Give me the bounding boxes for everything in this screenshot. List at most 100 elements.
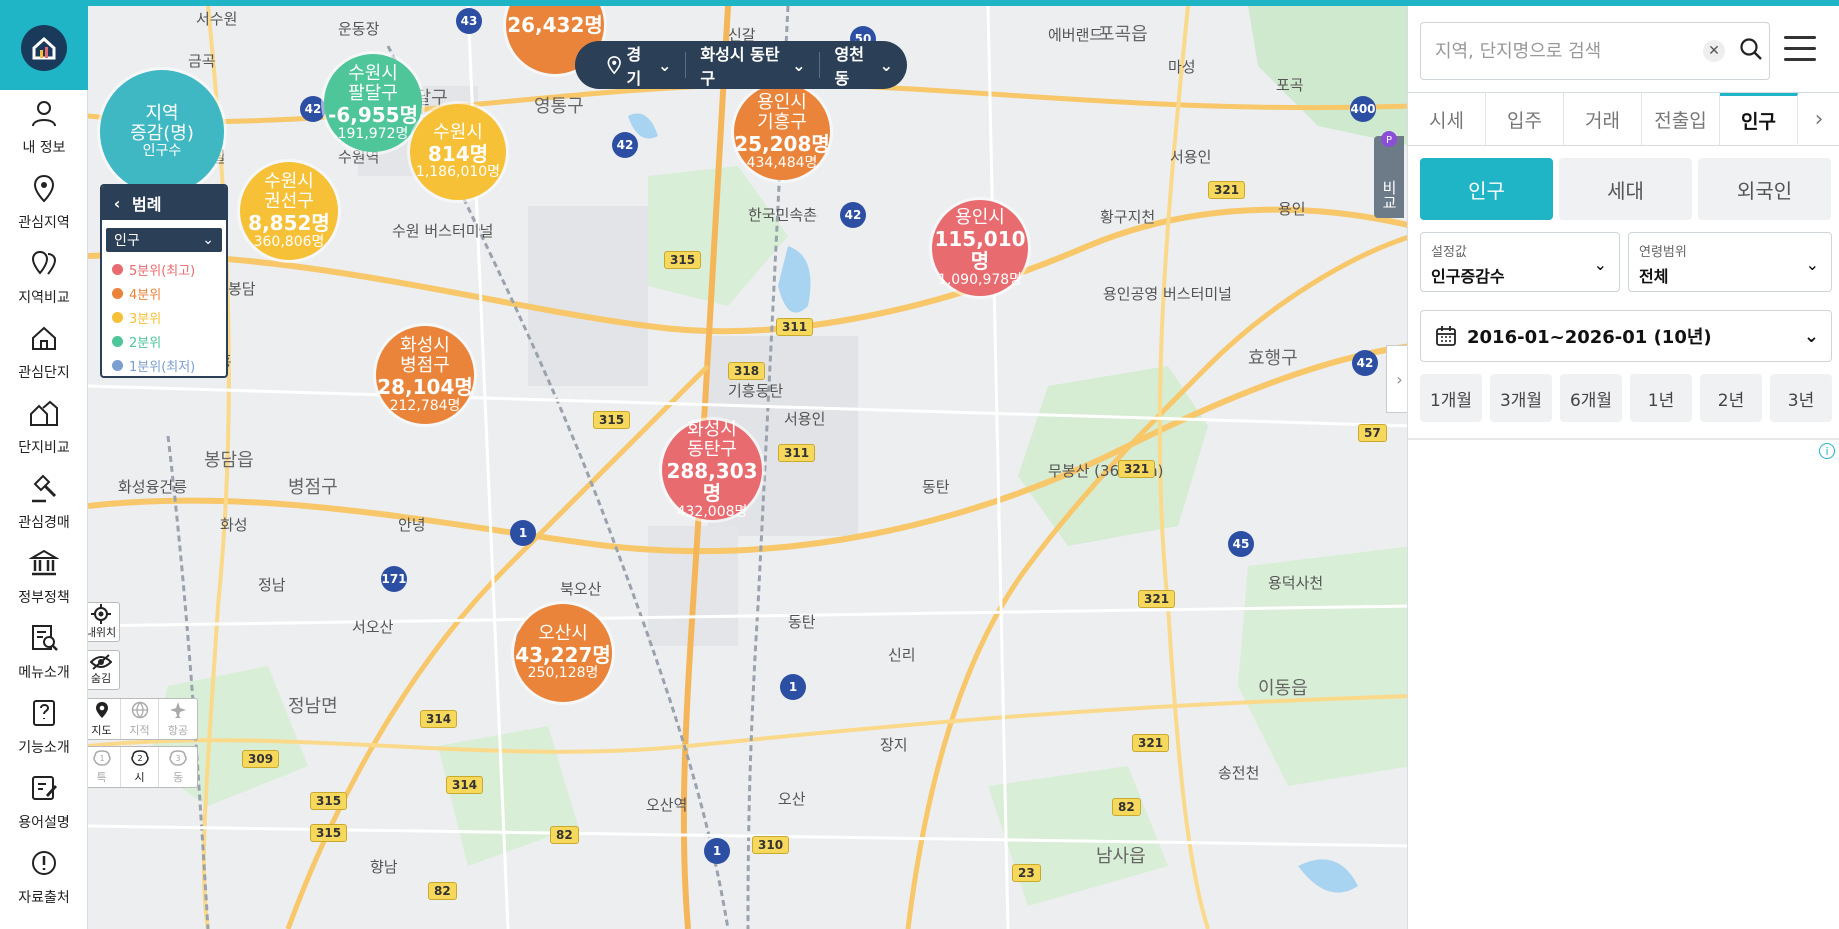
region-bubble[interactable]: 용인시 115,010명 1,090,978명 (932, 200, 1028, 296)
subtab-1[interactable]: 세대 (1559, 158, 1692, 220)
period-button[interactable]: 1개월 (1420, 374, 1482, 422)
tab-2[interactable]: 거래 (1564, 93, 1642, 145)
tab-1[interactable]: 입주 (1486, 93, 1564, 145)
bubble-line1: 수원시 (433, 121, 483, 143)
bubble-line2: 기흥구 (757, 111, 807, 133)
road-shield: 321 (1208, 181, 1246, 199)
period-button[interactable]: 3개월 (1490, 374, 1552, 422)
legend-label: 5분위(최고) (129, 264, 196, 279)
road-shield: 315 (310, 792, 348, 810)
city-value: 화성시 동탄구 (700, 45, 780, 88)
dong-select[interactable]: 영천동 ⌄ (820, 45, 907, 88)
nav-item-6[interactable]: 정부정책 (0, 540, 88, 615)
region-bubble[interactable]: 수원시 814명 1,186,010명 (410, 104, 506, 200)
period-button[interactable]: 6개월 (1560, 374, 1622, 422)
road-shield: 42 (1352, 350, 1378, 376)
hide-button[interactable]: 숨김 (88, 650, 120, 690)
map-type-2[interactable]: 항공 (159, 699, 197, 739)
region-selector[interactable]: 경기 ⌄ 화성시 동탄구 ⌄ 영천동 ⌄ (575, 41, 907, 89)
info-icon[interactable]: i (1819, 443, 1835, 459)
nav-item-2[interactable]: 지역비교 (0, 240, 88, 315)
province-value: 경기 (626, 45, 642, 88)
place-label: 정남면 (288, 696, 338, 717)
svg-text:3: 3 (175, 754, 180, 763)
place-label: 운동장 (338, 20, 380, 38)
road-shield: 315 (310, 824, 348, 842)
level-2[interactable]: 3동 (159, 747, 197, 787)
my-location-button[interactable]: 내위치 (88, 602, 120, 642)
tab-4[interactable]: 인구 (1720, 93, 1798, 145)
period-button[interactable]: 3년 (1770, 374, 1832, 422)
bubble-change: 43,227명 (515, 643, 611, 668)
user-icon (29, 98, 59, 137)
nav-item-label: 용어설명 (18, 815, 70, 831)
search-input[interactable] (1435, 40, 1695, 62)
place-label: 봉담 (228, 280, 256, 298)
period-button[interactable]: 2년 (1700, 374, 1762, 422)
region-bubble[interactable]: 수원시 권선구 8,852명 360,806명 (240, 162, 338, 260)
date-range-select[interactable]: 2016-01~2026-01 (10년) ⌄ (1420, 310, 1832, 362)
legend-key-bubble: 지역 증감(명) 인구수 (100, 70, 224, 194)
chevron-down-icon: ⌄ (1805, 255, 1819, 274)
region-bubble[interactable]: 오산시 43,227명 250,128명 (514, 604, 612, 702)
nav-item-7[interactable]: 메뉴소개 (0, 615, 88, 690)
logo[interactable] (0, 6, 88, 90)
compare-tab[interactable]: P 비교 (1374, 131, 1404, 218)
nav-item-9[interactable]: 용어설명 (0, 765, 88, 840)
legend-header[interactable]: ‹ 범례 (102, 186, 226, 220)
map-type-label: 지적 (129, 723, 150, 737)
bubble-population: 1,186,010명 (415, 164, 501, 181)
nav-item-label: 기능소개 (18, 740, 70, 756)
nav-item-5[interactable]: 관심경매 (0, 465, 88, 540)
clear-icon[interactable]: ✕ (1703, 40, 1725, 62)
subtab-2[interactable]: 외국인 (1698, 158, 1831, 220)
nav-item-label: 관심단지 (18, 365, 70, 381)
city-select[interactable]: 화성시 동탄구 ⌄ (686, 45, 821, 88)
region-bubble[interactable]: 화성시 동탄구 288,303명 432,008명 (662, 419, 762, 520)
bubble-change: 28,104명 (377, 375, 473, 400)
map-view[interactable]: 서수원운동장금곡팔달구영통구신갈에버랜드포곡읍마성포곡호매실수원역청명서용인권선… (88, 6, 1412, 929)
age-range-label: 연령범위 (1639, 245, 1687, 260)
right-panel: ✕ 시세입주거래전출입인구 › 인구세대외국인 설정값 인구증감수 ⌄ 연령범위… (1407, 6, 1839, 929)
bubble-line1: 오산시 (538, 622, 588, 644)
nav-item-4[interactable]: 단지비교 (0, 390, 88, 465)
province-select[interactable]: 경기 ⌄ (593, 45, 687, 88)
road-shield: 1 (780, 674, 806, 700)
map-type-1[interactable]: 지적 (121, 699, 159, 739)
chevron-right-icon[interactable]: › (1798, 93, 1839, 145)
place-label: 효행구 (1248, 348, 1298, 369)
nav-item-10[interactable]: 자료출처 (0, 840, 88, 915)
nav-item-0[interactable]: 내 정보 (0, 90, 88, 165)
hamburger-menu-icon[interactable] (1784, 36, 1816, 64)
road-shield: 321 (1138, 590, 1176, 608)
nav-item-3[interactable]: 관심단지 (0, 315, 88, 390)
legend-type-select[interactable]: 인구 ⌄ (106, 228, 222, 252)
level-1[interactable]: 2시 (121, 747, 159, 787)
bubble-line2: 병점구 (400, 354, 450, 376)
bubble-change: -6,955명 (328, 103, 418, 128)
period-button[interactable]: 1년 (1630, 374, 1692, 422)
location-pin-icon (607, 56, 621, 75)
legend-item: 2분위 (112, 332, 216, 351)
road-shield: 310 (752, 836, 790, 854)
feature-book-icon (29, 698, 59, 737)
age-range-select[interactable]: 연령범위 전체 ⌄ (1628, 232, 1832, 292)
level-0[interactable]: 1특 (88, 747, 121, 787)
tab-3[interactable]: 전출입 (1642, 93, 1720, 145)
chevron-left-icon[interactable]: ‹ (102, 194, 132, 213)
bubble-line1: 수원시 (264, 170, 314, 192)
region-bubble[interactable]: 수원시 팔달구 -6,955명 191,972명 (324, 54, 422, 152)
region-bubble[interactable]: 용인시 기흥구 25,208명 434,484명 (734, 84, 830, 180)
search-icon[interactable] (1739, 37, 1763, 65)
road-shield: 57 (1358, 424, 1387, 442)
tab-0[interactable]: 시세 (1408, 93, 1486, 145)
subtab-0[interactable]: 인구 (1420, 158, 1553, 220)
place-label: 금곡 (188, 52, 216, 70)
chevron-down-icon: ⌄ (1593, 255, 1607, 274)
nav-item-8[interactable]: 기능소개 (0, 690, 88, 765)
map-type-0[interactable]: 지도 (88, 699, 121, 739)
setting-label: 설정값 (1431, 245, 1467, 260)
setting-select[interactable]: 설정값 인구증감수 ⌄ (1420, 232, 1620, 292)
region-bubble[interactable]: 화성시 병점구 28,104명 212,784명 (376, 326, 474, 424)
nav-item-1[interactable]: 관심지역 (0, 165, 88, 240)
